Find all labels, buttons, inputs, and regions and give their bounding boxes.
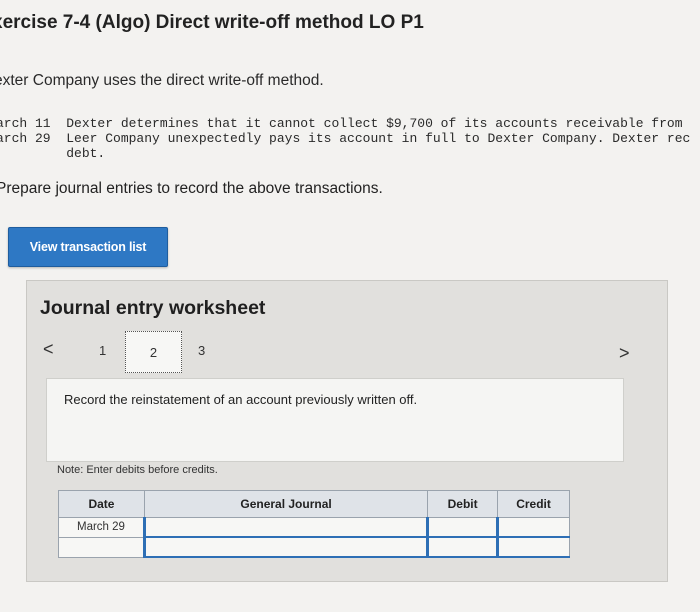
page-1-link[interactable]: 1 [99,343,106,358]
date-cell: March 29 [58,517,145,538]
instruction-text: Prepare journal entries to record the ab… [0,180,383,197]
column-header-credit: Credit [497,490,570,518]
column-header-general-journal: General Journal [143,490,429,518]
problem-intro: exter Company uses the direct write-off … [0,72,324,89]
table-header-row: Date General Journal Debit Credit [58,490,570,518]
credit-input[interactable] [496,536,570,558]
problem-line-3: debt. [0,146,106,161]
column-header-debit: Debit [427,490,499,518]
page-title: xercise 7-4 (Algo) Direct write-off meth… [0,12,424,33]
page-3-link[interactable]: 3 [198,343,205,358]
problem-line-1: arch 11 Dexter determines that it cannot… [0,116,683,131]
worksheet-title: Journal entry worksheet [40,297,266,319]
date-cell [58,536,145,558]
next-page-icon[interactable]: > [619,343,630,364]
entry-description: Record the reinstatement of an account p… [64,392,418,407]
debit-input[interactable] [426,536,499,558]
account-input[interactable] [142,517,429,538]
journal-table: Date General Journal Debit Credit March … [58,490,570,558]
credit-input[interactable] [496,517,570,538]
entry-description-box [46,378,624,462]
prev-page-icon[interactable]: < [43,339,54,360]
entry-note: Note: Enter debits before credits. [57,464,218,476]
table-row [58,536,570,558]
debit-input[interactable] [426,517,499,538]
problem-line-2: arch 29 Leer Company unexpectedly pays i… [0,131,691,146]
view-transaction-list-button[interactable]: View transaction list [8,227,168,267]
page-2-label: 2 [149,344,158,360]
column-header-date: Date [58,490,145,518]
page-2-current[interactable]: 2 [125,331,182,373]
account-input[interactable] [142,536,429,558]
table-row: March 29 [58,517,570,538]
